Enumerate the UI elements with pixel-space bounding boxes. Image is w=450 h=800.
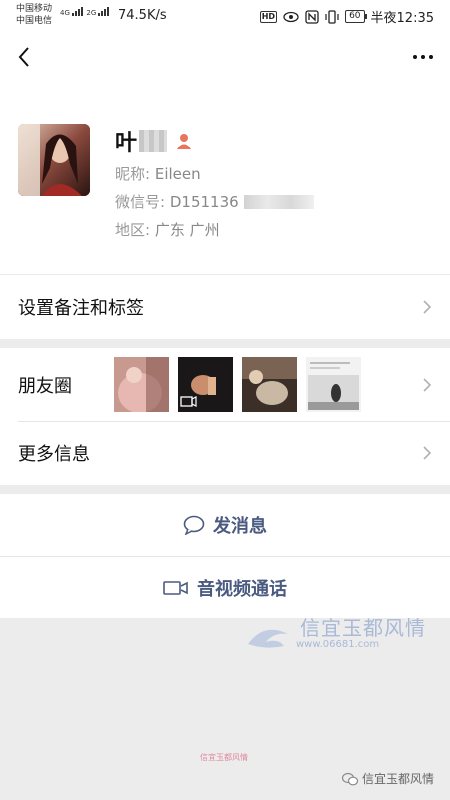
nickname-row: 昵称: Eileen: [115, 163, 201, 184]
avatar[interactable]: [18, 124, 90, 196]
hd-icon: HD: [259, 10, 278, 23]
nickname-value: Eileen: [154, 165, 201, 183]
video-camera-icon: [163, 580, 188, 595]
send-message-label: 发消息: [213, 516, 267, 537]
top-bar: [0, 32, 450, 84]
watermark-corner: 信宜玉都风情: [341, 770, 434, 787]
status-bar: 中国移动 中国电信 4G 2G 74.5K/s HD 60 半夜12:35: [0, 0, 450, 32]
chevron-right-icon: [423, 300, 432, 314]
photo-thumbnail: [114, 357, 169, 412]
moments-row[interactable]: 朋友圈: [0, 348, 450, 421]
signal-icon-2: [98, 7, 110, 16]
chat-bubble-icon: [183, 515, 205, 535]
profile-card: 叶 昵称: Eileen 微信号: D151136 地区: 广东 广州: [0, 84, 450, 274]
watermark-logo: [248, 629, 288, 648]
network-speed: 74.5K/s: [118, 8, 167, 23]
moment-thumbnail-video[interactable]: [178, 357, 233, 412]
carrier-2: 中国电信: [16, 16, 53, 26]
watermark-url: www.06681.com: [296, 639, 380, 650]
video-call-label: 音视频通话: [197, 578, 287, 600]
photo-thumbnail: [242, 357, 297, 412]
female-icon: [177, 134, 192, 149]
eye-icon: [283, 11, 299, 22]
watermark-brand: 信宜玉都风情: [300, 616, 426, 640]
wechat-channel-icon: [341, 772, 358, 785]
carrier-info: 中国移动 中国电信: [16, 3, 52, 27]
wechat-id-row: 微信号: D151136: [115, 191, 315, 212]
divider: [18, 421, 450, 422]
chevron-right-icon: [423, 446, 432, 460]
dot-icon: [421, 55, 425, 59]
moments-label: 朋友圈: [18, 375, 72, 397]
more-info-label: 更多信息: [18, 444, 90, 465]
clock: 半夜12:35: [370, 11, 434, 26]
name-row: 叶: [115, 125, 193, 157]
moment-thumbnail[interactable]: [306, 357, 361, 412]
moments-thumbnails: [114, 357, 361, 412]
moment-thumbnail[interactable]: [242, 357, 297, 412]
more-info-row[interactable]: 更多信息: [0, 421, 450, 485]
region-row: 地区: 广东 广州: [115, 219, 220, 240]
watermark-small: 信宜玉都风情: [200, 753, 248, 762]
send-message-button[interactable]: 发消息: [0, 494, 450, 556]
remark-row[interactable]: 设置备注和标签: [0, 275, 450, 339]
blurred-wechat-id: [244, 195, 315, 209]
blurred-name: [139, 130, 168, 152]
chevron-right-icon: [423, 377, 432, 392]
signal-icon: [72, 7, 84, 16]
nfc-icon: [305, 9, 319, 24]
battery-icon: 60: [345, 10, 368, 23]
watermark-corner-text: 信宜玉都风情: [361, 772, 434, 786]
display-name: 叶: [115, 131, 138, 156]
network-indicator: 4G 2G: [60, 6, 110, 17]
region-label: 地区:: [115, 221, 151, 239]
chevron-left-icon: [18, 47, 29, 67]
carrier-1: 中国移动: [16, 4, 53, 14]
photo-thumbnail: [306, 357, 361, 412]
remark-label: 设置备注和标签: [18, 298, 144, 319]
status-icons: HD 60 半夜12:35: [259, 7, 434, 26]
dot-icon: [413, 55, 417, 59]
nickname-label: 昵称:: [115, 165, 151, 183]
avatar-image: [18, 124, 90, 196]
wechat-id-value: D151136: [169, 193, 239, 211]
region-value: 广东 广州: [154, 221, 220, 239]
dot-icon: [429, 55, 433, 59]
back-button[interactable]: [10, 42, 40, 72]
network-type-1: 4G: [60, 9, 70, 17]
moment-thumbnail[interactable]: [114, 357, 169, 412]
wechat-id-label: 微信号:: [115, 193, 166, 211]
video-thumbnail: [178, 357, 233, 412]
video-call-button[interactable]: 音视频通话: [0, 556, 450, 618]
more-button[interactable]: [406, 42, 440, 72]
vibrate-icon: [325, 9, 339, 24]
network-type-2: 2G: [86, 9, 97, 17]
